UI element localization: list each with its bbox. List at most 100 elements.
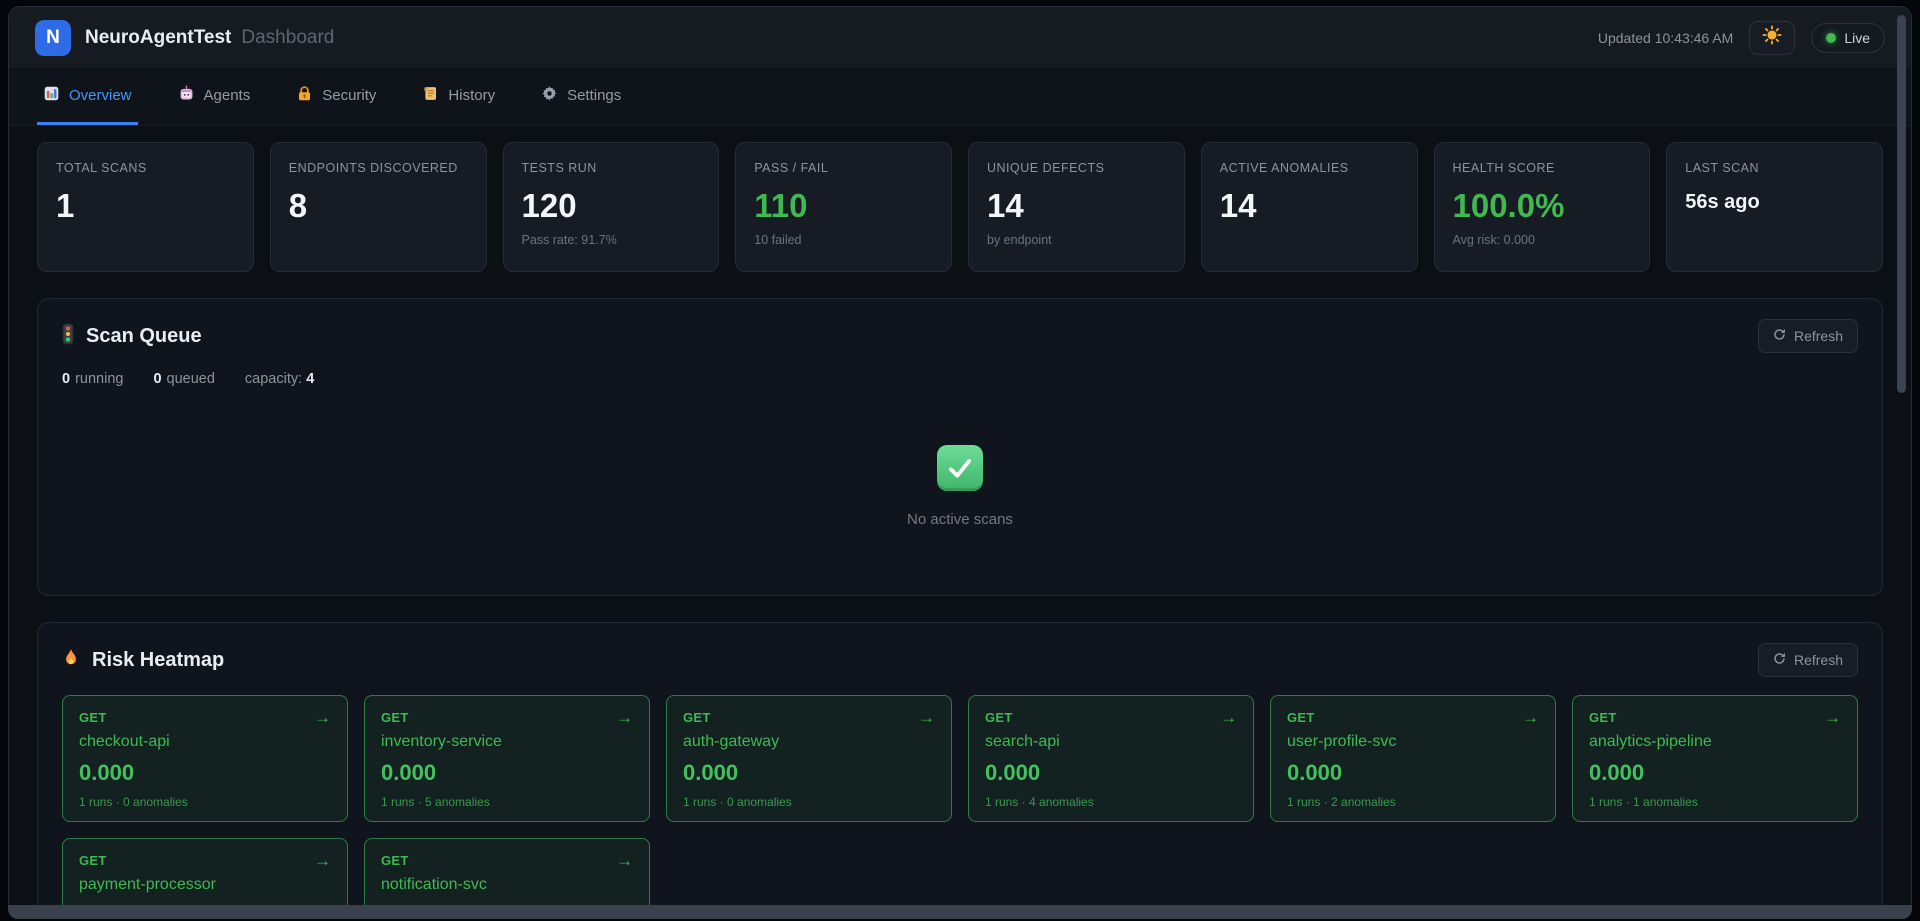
risk-card-payment-processor[interactable]: GET→ payment-processor 0.000: [62, 838, 348, 905]
queue-meta: 0running 0queued capacity: 4: [62, 371, 1858, 387]
method-label: GET: [1287, 710, 1315, 725]
header-right: Updated 10:43:46 AM Live: [1598, 21, 1885, 55]
arrow-right-icon: →: [918, 709, 935, 726]
traffic-light-icon: [62, 323, 74, 350]
tab-overview[interactable]: Overview: [37, 69, 138, 125]
risk-card-notification-svc[interactable]: GET→ notification-svc 0.000: [364, 838, 650, 905]
tab-label: Settings: [567, 87, 621, 104]
risk-card-search-api[interactable]: GET→ search-api 0.000 1 runs · 4 anomali…: [968, 695, 1254, 822]
method-label: GET: [381, 710, 409, 725]
method-label: GET: [1589, 710, 1617, 725]
arrow-right-icon: →: [1220, 709, 1237, 726]
tab-settings[interactable]: Settings: [535, 69, 627, 125]
method-label: GET: [985, 710, 1013, 725]
panel-title: Scan Queue: [86, 325, 202, 348]
stat-sub: Pass rate: 91.7%: [522, 233, 701, 247]
stat-label: PASS / FAIL: [754, 159, 933, 178]
stat-value: 100.0%: [1453, 187, 1632, 225]
refresh-icon: [1773, 652, 1786, 668]
arrow-right-icon: →: [314, 709, 331, 726]
live-badge[interactable]: Live: [1811, 23, 1885, 53]
check-icon: [937, 445, 983, 491]
method-label: GET: [683, 710, 711, 725]
tab-history[interactable]: History: [416, 69, 501, 125]
risk-sub: 1 runs · 1 anomalies: [1589, 795, 1841, 809]
endpoint-name: payment-processor: [79, 876, 331, 894]
method-label: GET: [79, 853, 107, 868]
queue-empty-state: No active scans: [62, 445, 1858, 552]
endpoint-name: notification-svc: [381, 876, 633, 894]
risk-card-user-profile-svc[interactable]: GET→ user-profile-svc 0.000 1 runs · 2 a…: [1270, 695, 1556, 822]
theme-toggle-button[interactable]: [1749, 21, 1795, 55]
empty-state-text: No active scans: [907, 511, 1013, 528]
stats-grid: TOTAL SCANS 1 ENDPOINTS DISCOVERED 8 TES…: [37, 142, 1883, 272]
endpoint-name: user-profile-svc: [1287, 733, 1539, 751]
app-logo: N: [35, 20, 71, 56]
stat-value: 56s ago: [1685, 191, 1864, 214]
stat-label: LAST SCAN: [1685, 159, 1864, 178]
risk-card-checkout-api[interactable]: GET→ checkout-api 0.000 1 runs · 0 anoma…: [62, 695, 348, 822]
stat-label: HEALTH SCORE: [1453, 159, 1632, 178]
risk-sub: 1 runs · 0 anomalies: [79, 795, 331, 809]
stat-label: TOTAL SCANS: [56, 159, 235, 178]
stat-label: UNIQUE DEFECTS: [987, 159, 1166, 178]
scroll-icon: [422, 85, 439, 106]
endpoint-name: search-api: [985, 733, 1237, 751]
stat-card-active-anomalies: ACTIVE ANOMALIES 14: [1201, 142, 1418, 272]
risk-card-auth-gateway[interactable]: GET→ auth-gateway 0.000 1 runs · 0 anoma…: [666, 695, 952, 822]
risk-score: 0.000: [683, 760, 935, 786]
vertical-scrollbar-thumb[interactable]: [1897, 15, 1906, 393]
main-content: TOTAL SCANS 1 ENDPOINTS DISCOVERED 8 TES…: [9, 126, 1911, 905]
stat-card-tests-run: TESTS RUN 120 Pass rate: 91.7%: [503, 142, 720, 272]
endpoint-name: auth-gateway: [683, 733, 935, 751]
endpoint-name: analytics-pipeline: [1589, 733, 1841, 751]
tab-security[interactable]: Security: [290, 69, 382, 125]
lock-icon: [296, 85, 313, 106]
fire-icon: [62, 648, 80, 673]
scan-queue-header: Scan Queue Refresh: [62, 319, 1858, 353]
stat-label: ENDPOINTS DISCOVERED: [289, 159, 468, 178]
stat-value: 14: [1220, 187, 1399, 225]
stat-label: TESTS RUN: [522, 159, 701, 178]
stat-card-unique-defects: UNIQUE DEFECTS 14 by endpoint: [968, 142, 1185, 272]
risk-score: 0.000: [1287, 760, 1539, 786]
scan-queue-panel: Scan Queue Refresh 0running 0queued capa…: [37, 298, 1883, 596]
risk-sub: 1 runs · 2 anomalies: [1287, 795, 1539, 809]
queue-queued: 0queued: [153, 371, 214, 387]
risk-card-analytics-pipeline[interactable]: GET→ analytics-pipeline 0.000 1 runs · 1…: [1572, 695, 1858, 822]
stat-sub: 10 failed: [754, 233, 933, 247]
queue-capacity: capacity: 4: [245, 371, 319, 387]
stat-sub: Avg risk: 0.000: [1453, 233, 1632, 247]
refresh-button[interactable]: Refresh: [1758, 319, 1858, 353]
window-bottom-edge: [8, 905, 1912, 919]
risk-sub: 1 runs · 5 anomalies: [381, 795, 633, 809]
bar-chart-icon: [43, 85, 60, 106]
stat-sub: by endpoint: [987, 233, 1166, 247]
refresh-button[interactable]: Refresh: [1758, 643, 1858, 677]
app-window: N NeuroAgentTest Dashboard Updated 10:43…: [8, 6, 1912, 905]
risk-heatmap-panel: Risk Heatmap Refresh GET→ checkout-api 0…: [37, 622, 1883, 905]
risk-heatmap-header: Risk Heatmap Refresh: [62, 643, 1858, 677]
tab-bar: Overview Agents Security History Setting…: [9, 69, 1911, 126]
refresh-icon: [1773, 328, 1786, 344]
arrow-right-icon: →: [616, 852, 633, 869]
stat-card-endpoints-discovered: ENDPOINTS DISCOVERED 8: [270, 142, 487, 272]
gear-icon: [541, 85, 558, 106]
queue-running: 0running: [62, 371, 123, 387]
stat-card-last-scan: LAST SCAN 56s ago: [1666, 142, 1883, 272]
refresh-label: Refresh: [1794, 652, 1843, 668]
stat-label: ACTIVE ANOMALIES: [1220, 159, 1399, 178]
risk-card-inventory-service[interactable]: GET→ inventory-service 0.000 1 runs · 5 …: [364, 695, 650, 822]
stat-card-pass-fail: PASS / FAIL 110 10 failed: [735, 142, 952, 272]
stat-value: 1: [56, 187, 235, 225]
app-name: NeuroAgentTest: [85, 27, 231, 49]
tab-label: Agents: [204, 87, 251, 104]
tab-agents[interactable]: Agents: [172, 69, 257, 125]
arrow-right-icon: →: [616, 709, 633, 726]
tab-label: Security: [322, 87, 376, 104]
endpoint-name: inventory-service: [381, 733, 633, 751]
sun-icon: [1762, 25, 1782, 50]
stat-value: 120: [522, 187, 701, 225]
live-status-dot: [1826, 33, 1836, 43]
live-label: Live: [1844, 30, 1870, 46]
